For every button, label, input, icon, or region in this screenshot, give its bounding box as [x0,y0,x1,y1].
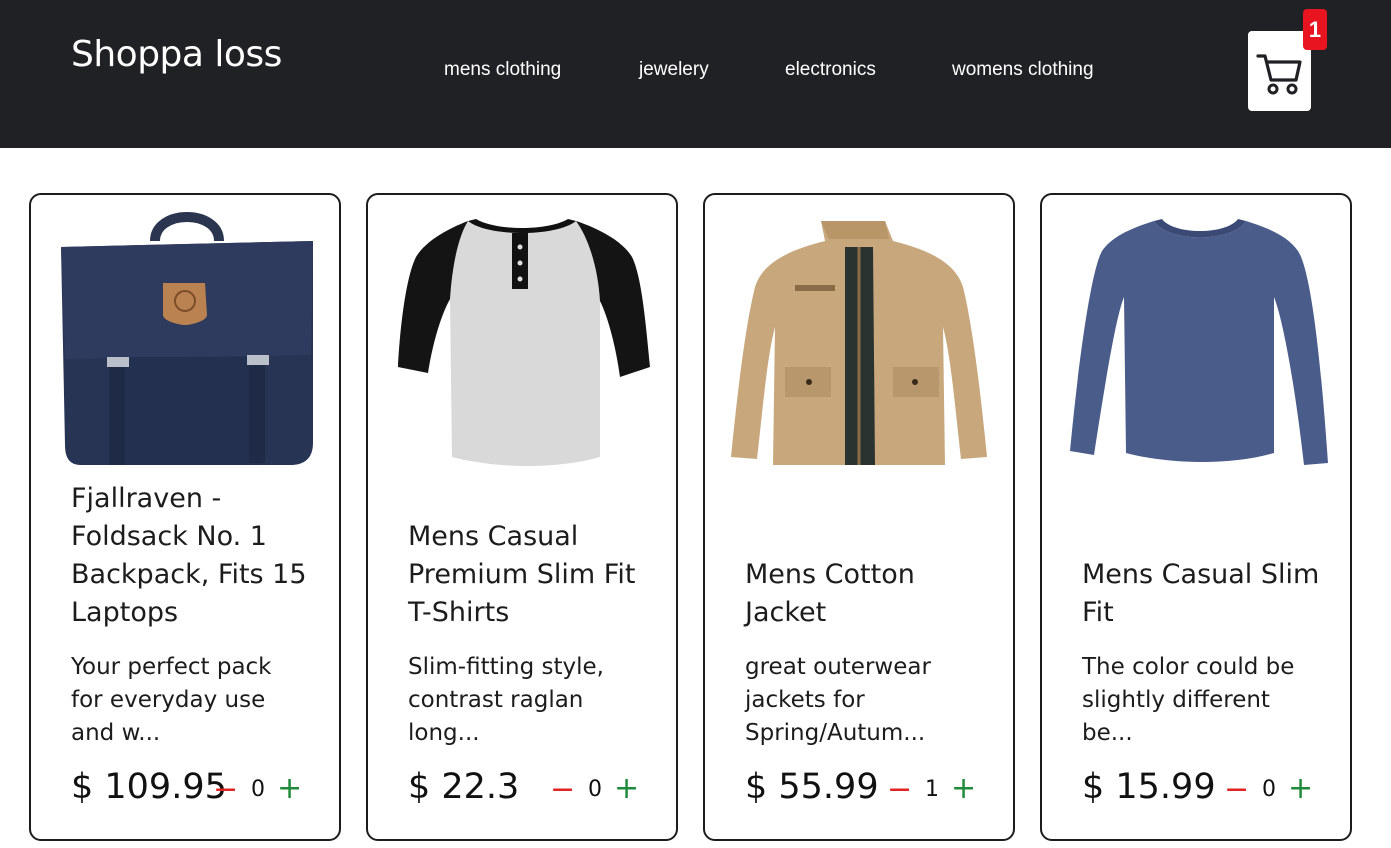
product-card: Mens Casual Premium Slim Fit T-Shirts Sl… [366,193,678,841]
product-title[interactable]: Mens Cotton Jacket [745,556,991,632]
decrease-quantity-button[interactable]: − [1224,772,1249,812]
brand-logo[interactable]: Shoppa loss [71,34,282,75]
quantity-value: 0 [251,777,265,802]
increase-quantity-button[interactable]: + [951,770,976,810]
cart-count-badge: 1 [1303,9,1327,50]
product-title[interactable]: Fjallraven - Foldsack No. 1 Backpack, Fi… [71,480,317,632]
product-card: Mens Casual Slim Fit The color could be … [1040,193,1352,841]
product-card: Mens Cotton Jacket great outerwear jacke… [703,193,1015,841]
quantity-value: 0 [1262,777,1276,802]
product-price: $ 55.99 [745,767,879,807]
product-image-jacket [725,207,993,469]
product-price: $ 15.99 [1082,767,1216,807]
product-card: Fjallraven - Foldsack No. 1 Backpack, Fi… [29,193,341,841]
product-description: Slim-fitting style, contrast raglan long… [408,654,604,746]
product-price: $ 22.3 [408,767,520,807]
decrease-quantity-button[interactable]: − [550,772,575,812]
increase-quantity-button[interactable]: + [277,770,302,810]
nav-link-jewelery[interactable]: jewelery [639,59,709,81]
cart-button[interactable] [1248,31,1311,111]
increase-quantity-button[interactable]: + [614,770,639,810]
cart-icon [1256,54,1302,95]
product-image-backpack [51,207,319,469]
nav-link-electronics[interactable]: electronics [785,59,876,81]
product-title[interactable]: Mens Casual Premium Slim Fit T-Shirts [408,518,654,632]
product-price: $ 109.95 [71,767,227,807]
product-description: The color could be slightly different be… [1082,654,1295,746]
nav-link-womens-clothing[interactable]: womens clothing [952,59,1094,81]
product-description: Your perfect pack for everyday use and w… [71,654,272,746]
product-description: great outerwear jackets for Spring/Autum… [745,654,931,746]
quantity-value: 1 [925,777,939,802]
increase-quantity-button[interactable]: + [1288,770,1313,810]
product-image-long-sleeve [1062,207,1330,469]
quantity-value: 0 [588,777,602,802]
decrease-quantity-button[interactable]: − [213,772,238,812]
product-title[interactable]: Mens Casual Slim Fit [1082,556,1328,632]
decrease-quantity-button[interactable]: − [887,772,912,812]
nav-link-mens-clothing[interactable]: mens clothing [444,59,561,81]
product-image-tshirt [388,207,656,469]
navbar: Shoppa loss mens clothing jewelery elect… [0,0,1391,148]
